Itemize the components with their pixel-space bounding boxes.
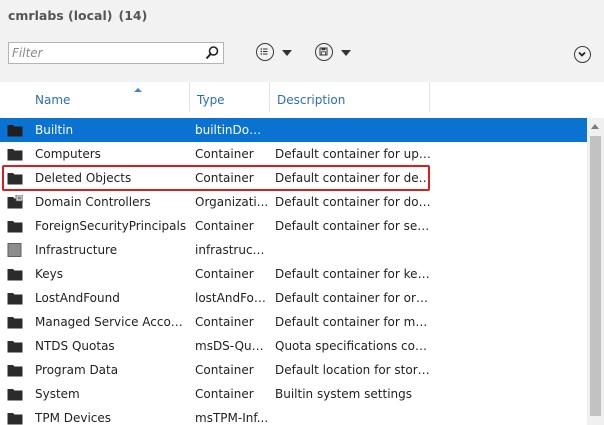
list-item[interactable]: ForeignSecurityPrincipals Container Defaul… [0, 214, 587, 238]
chevron-down-icon [341, 50, 351, 56]
column-header-name[interactable]: Name [28, 82, 190, 112]
list-item[interactable]: System Container Builtin system settings [0, 382, 587, 406]
description-cell: Quota specifications conta... [275, 339, 433, 353]
vertical-scrollbar[interactable] [587, 118, 604, 425]
save-icon [315, 43, 333, 61]
list-item[interactable]: Infrastructure infrastructu... [0, 238, 587, 262]
description-cell: Default container for secur... [275, 219, 433, 233]
type-cell: lostAndFou... [195, 291, 269, 305]
name-cell: Program Data [35, 363, 119, 377]
folder-icon [7, 389, 23, 401]
infrastructure-icon [7, 243, 22, 257]
filter-box[interactable] [8, 42, 224, 64]
folder-icon [7, 317, 23, 329]
collapse-button[interactable] [574, 46, 591, 63]
description-cell: Default container for orph... [275, 291, 433, 305]
list-item[interactable]: TPM Devices msTPM-Inf... [0, 406, 587, 425]
type-cell: Container [195, 219, 254, 233]
list-item[interactable]: Builtin builtinDom... [0, 118, 587, 142]
name-cell: NTDS Quotas [35, 339, 115, 353]
description-cell: Default container for man... [275, 315, 433, 329]
folder-icon [7, 293, 23, 305]
description-cell: Builtin system settings [275, 387, 413, 401]
chevron-down-icon [578, 51, 586, 57]
folder-icon [7, 413, 23, 425]
type-cell: infrastructu... [195, 243, 269, 257]
name-cell: TPM Devices [35, 411, 112, 425]
list-options-button[interactable] [256, 43, 292, 63]
title-bar: cmrlabs (local) (14) [0, 0, 604, 30]
domain-name: cmrlabs (local) [8, 8, 113, 23]
type-cell: builtinDom... [195, 123, 269, 137]
chevron-down-icon [282, 50, 292, 56]
folder-icon [7, 125, 23, 137]
name-cell: Builtin [35, 123, 74, 137]
list-item[interactable]: NTDS Quotas msDS-Quo... Quota specificatio… [0, 334, 587, 358]
folder-icon [7, 341, 23, 353]
name-cell: Infrastructure [35, 243, 118, 257]
save-query-button[interactable] [315, 43, 351, 63]
column-label: Name [35, 93, 71, 107]
name-cell: ForeignSecurityPrincipals [35, 219, 187, 233]
name-cell: System [35, 387, 80, 401]
scroll-up-arrow-icon[interactable] [591, 124, 599, 129]
type-cell: msDS-Quo... [195, 339, 269, 353]
scrollbar-thumb[interactable] [590, 136, 601, 416]
description-cell: Default container for upgr... [275, 147, 433, 161]
search-icon[interactable] [204, 45, 220, 61]
filter-input[interactable] [12, 45, 202, 61]
folder-icon [7, 149, 23, 161]
object-list: Builtin builtinDom... Computers Container De… [0, 118, 587, 425]
item-count: (14) [118, 8, 148, 23]
folder-icon [7, 221, 23, 233]
list-item[interactable]: Computers Container Default container for … [0, 142, 587, 166]
list-item[interactable]: LostAndFound lostAndFou... Default contain… [0, 286, 587, 310]
sort-ascending-icon [134, 88, 142, 92]
type-cell: Container [195, 363, 254, 377]
folder-icon [7, 365, 23, 377]
column-header-description[interactable]: Description [270, 82, 430, 112]
organizational-unit-icon [7, 195, 23, 209]
list-item[interactable]: Managed Service Accounts Container Default… [0, 310, 587, 334]
type-cell: Container [195, 147, 254, 161]
list-item[interactable]: Domain Controllers Organizati... Default c… [0, 190, 587, 214]
name-cell: LostAndFound [35, 291, 120, 305]
name-cell: Keys [35, 267, 64, 281]
list-item[interactable]: Keys Container Default container for key o… [0, 262, 587, 286]
description-cell: Default container for key o... [275, 267, 433, 281]
toolbar [0, 30, 604, 82]
window-title: cmrlabs (local) (14) [8, 8, 147, 23]
column-header-type[interactable]: Type [190, 82, 270, 112]
name-cell: Domain Controllers [35, 195, 151, 209]
list-item[interactable]: Program Data Container Default location fo… [0, 358, 587, 382]
folder-icon [7, 269, 23, 281]
type-cell: Organizati... [195, 195, 269, 209]
list-view-icon [256, 43, 274, 61]
name-cell: Managed Service Accounts [35, 315, 187, 329]
column-header: Name Type Description [0, 82, 604, 118]
type-cell: Container [195, 387, 254, 401]
type-cell: msTPM-Inf... [195, 411, 269, 425]
description-cell: Default container for dom... [275, 195, 433, 209]
name-cell: Computers [35, 147, 101, 161]
description-cell: Default location for storag... [275, 363, 433, 377]
type-cell: Container [195, 267, 254, 281]
column-label: Type [197, 93, 225, 107]
type-cell: Container [195, 315, 254, 329]
highlight-annotation [2, 165, 430, 191]
column-label: Description [277, 93, 346, 107]
